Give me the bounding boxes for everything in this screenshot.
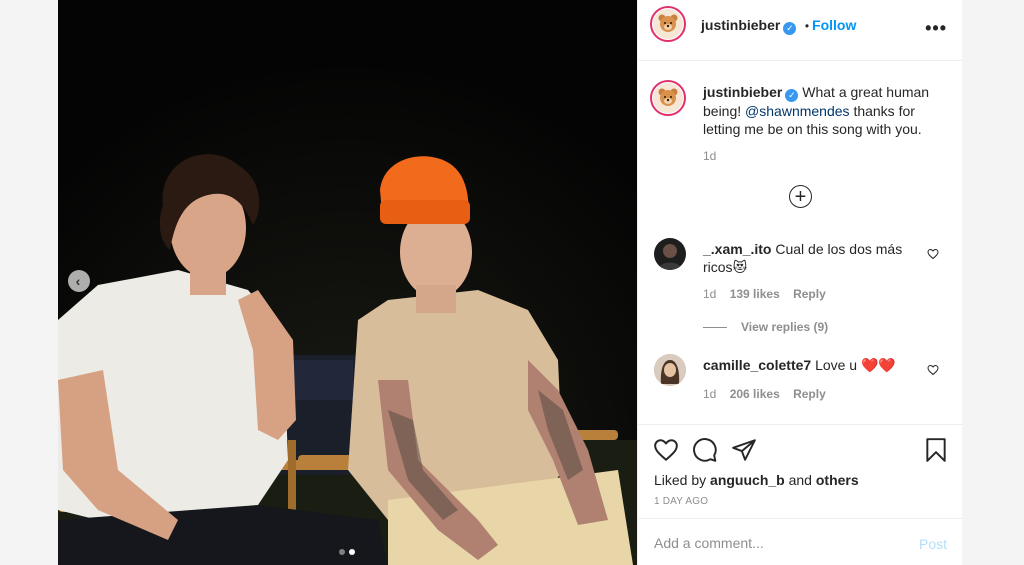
comment-age: 1d <box>703 287 717 301</box>
reply-button[interactable]: Reply <box>793 287 826 301</box>
replies-divider <box>703 327 727 329</box>
bookmark-icon[interactable] <box>923 437 949 463</box>
modal-backdrop-left[interactable] <box>0 0 58 565</box>
post-comment-button[interactable]: Post <box>919 536 947 552</box>
modal-backdrop-right[interactable] <box>962 0 1024 565</box>
commenter-avatar[interactable] <box>654 238 686 270</box>
comment-username[interactable]: _.xam_.ito <box>703 241 771 257</box>
post-side-panel: justinbieber ✓ • Follow ••• justinbieber ✓ … <box>637 0 963 565</box>
heart-eyes-cat-emoji: 😻 <box>732 259 748 275</box>
caption-username[interactable]: justinbieber <box>703 84 782 100</box>
author-avatar[interactable] <box>650 6 686 42</box>
red-hearts-emoji: ❤️❤️ <box>861 357 896 373</box>
post-timestamp[interactable]: 1 DAY AGO <box>654 496 708 507</box>
bear-avatar-icon <box>653 83 683 113</box>
header-user-row: justinbieber ✓ • Follow <box>701 17 856 35</box>
instagram-post-modal: ‹ justinbieber ✓ • Follow ••• justinbieb… <box>0 0 1024 565</box>
caption-avatar[interactable] <box>650 80 686 116</box>
comment-body: camille_colette7 Love u ❤️❤️ <box>703 356 925 374</box>
view-replies-label: View replies (9) <box>741 320 829 334</box>
plus-circle-icon[interactable]: + <box>789 185 812 208</box>
add-comment-bar: Post <box>638 518 963 565</box>
more-options-icon[interactable]: ••• <box>925 18 947 39</box>
liked-by-user-link[interactable]: anguuch_b <box>710 472 785 488</box>
comment-like-heart-icon[interactable] <box>927 364 939 376</box>
caption-mention-link[interactable]: @shawnmendes <box>745 103 850 119</box>
reply-button[interactable]: Reply <box>793 387 826 401</box>
photo-illustration <box>58 0 637 565</box>
liked-by-and: and <box>788 472 812 488</box>
comment-like-heart-icon[interactable] <box>927 248 939 260</box>
comment-text: Love u <box>815 357 858 373</box>
comment-likes[interactable]: 206 likes <box>730 387 780 401</box>
comment-body: _.xam_.ito Cual de los dos más ricos😻 <box>703 240 925 276</box>
commenter-avatar[interactable] <box>654 354 686 386</box>
comment-age: 1d <box>703 387 717 401</box>
verified-badge-icon: ✓ <box>785 89 799 102</box>
comment-likes[interactable]: 139 likes <box>730 287 780 301</box>
author-username[interactable]: justinbieber <box>701 17 780 33</box>
header-separator: • <box>804 19 810 33</box>
carousel-prev-button[interactable]: ‹ <box>68 270 90 292</box>
liked-by-prefix: Liked by <box>654 472 707 488</box>
post-header: justinbieber ✓ • Follow ••• <box>638 0 963 61</box>
liked-by-others-link[interactable]: others <box>816 472 859 488</box>
carousel-indicator <box>339 549 355 555</box>
carousel-dot-active <box>349 549 355 555</box>
follow-button[interactable]: Follow <box>812 17 856 33</box>
verified-badge-icon: ✓ <box>783 22 797 35</box>
caption-age: 1d <box>703 149 717 163</box>
comment-meta: 1d 139 likes Reply <box>703 287 826 301</box>
liked-by: Liked by anguuch_b and others <box>654 472 859 488</box>
view-replies-button[interactable]: View replies (9) <box>703 320 828 334</box>
share-icon[interactable] <box>731 437 757 463</box>
chevron-left-icon: ‹ <box>75 273 81 289</box>
comment-username[interactable]: camille_colette7 <box>703 357 811 373</box>
post-actions: Liked by anguuch_b and others 1 DAY AGO <box>638 424 963 518</box>
comment-meta: 1d 206 likes Reply <box>703 387 826 401</box>
add-comment-input[interactable] <box>654 533 894 553</box>
carousel-dot <box>339 549 345 555</box>
bear-avatar-icon <box>653 9 683 39</box>
caption: justinbieber ✓ What a great human being! … <box>703 83 933 138</box>
post-photo[interactable]: ‹ <box>58 0 637 565</box>
comments-section[interactable]: justinbieber ✓ What a great human being! … <box>638 62 963 424</box>
comment-icon[interactable] <box>692 437 718 463</box>
heart-icon[interactable] <box>653 437 679 463</box>
